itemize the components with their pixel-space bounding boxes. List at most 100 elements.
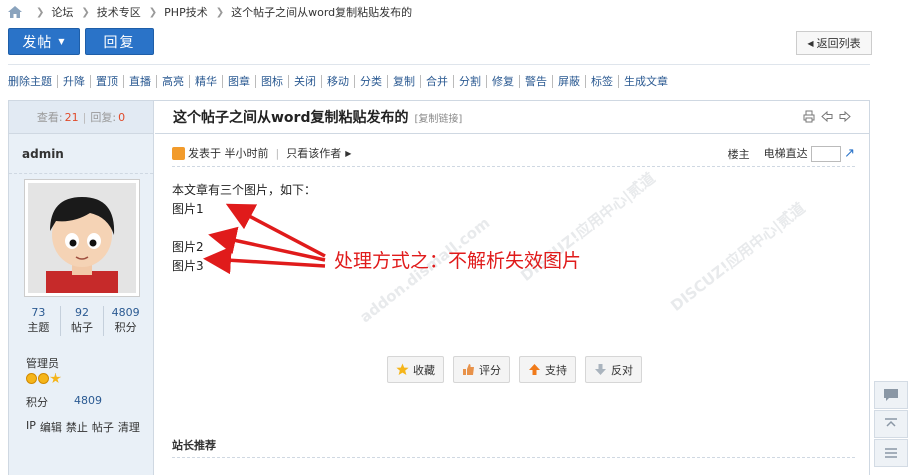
star-icon bbox=[50, 373, 61, 384]
mod-delete-thread[interactable]: 删除主题 bbox=[8, 75, 57, 88]
link-ban[interactable]: 禁止 bbox=[66, 419, 88, 435]
chevron-right-icon: ❯ bbox=[81, 6, 90, 18]
mod-category[interactable]: 分类 bbox=[354, 75, 387, 88]
posts-count-value: 92 bbox=[75, 306, 89, 319]
avatar-image bbox=[28, 183, 136, 293]
admin-links: IP 编辑 禁止 帖子 清理 bbox=[26, 419, 140, 435]
user-online-icon bbox=[172, 146, 185, 160]
support-button[interactable]: 支持 bbox=[519, 356, 576, 383]
replies-label: 回复: bbox=[90, 111, 117, 124]
separator: | bbox=[275, 146, 280, 160]
support-label: 支持 bbox=[545, 363, 567, 377]
threads-count-label: 主题 bbox=[27, 321, 50, 334]
arrow-up-icon bbox=[885, 418, 897, 427]
arrow-up-icon bbox=[529, 364, 540, 375]
star-icon bbox=[38, 373, 49, 384]
back-to-list-button[interactable]: ◀ 返回列表 bbox=[796, 31, 872, 55]
star-icon bbox=[396, 363, 409, 375]
credits-count-value: 4809 bbox=[111, 306, 140, 319]
chevron-right-icon: ❯ bbox=[148, 6, 158, 18]
reply-button[interactable]: 回复 bbox=[85, 28, 154, 55]
link-clean[interactable]: 清理 bbox=[118, 419, 140, 435]
user-counts: 73 主题 92 帖子 4809 积分 bbox=[17, 306, 147, 336]
mod-stick[interactable]: 置顶 bbox=[90, 75, 123, 88]
favorite-button[interactable]: 收藏 bbox=[387, 356, 444, 383]
recommend-title: 站长推荐 bbox=[172, 439, 216, 452]
separator: | bbox=[82, 110, 87, 124]
floor-label: 楼主 bbox=[727, 147, 750, 161]
print-icon[interactable] bbox=[803, 110, 815, 123]
watermark-text: DISCUZ!应用中心|贰道 bbox=[667, 198, 809, 315]
mod-live[interactable]: 直播 bbox=[123, 75, 156, 88]
comment-icon bbox=[884, 389, 898, 401]
breadcrumb-board[interactable]: PHP技术 bbox=[164, 4, 208, 20]
mod-generate-article[interactable]: 生成文章 bbox=[618, 75, 673, 88]
mod-close[interactable]: 关闭 bbox=[288, 75, 321, 88]
copy-link[interactable]: [复制链接] bbox=[414, 110, 462, 125]
quick-reply-button[interactable] bbox=[874, 381, 908, 409]
post-actions: 收藏 评分 支持 反对 bbox=[387, 356, 642, 383]
breadcrumb-thread[interactable]: 这个帖子之间从word复制粘贴发布的 bbox=[231, 4, 412, 20]
new-post-label: 发帖 bbox=[22, 34, 53, 51]
chevron-right-icon: ❯ bbox=[36, 6, 45, 18]
list-icon bbox=[885, 448, 897, 458]
mod-bump[interactable]: 升降 bbox=[57, 75, 90, 88]
link-edit[interactable]: 编辑 bbox=[40, 419, 62, 435]
mod-warn[interactable]: 警告 bbox=[519, 75, 552, 88]
mod-repair[interactable]: 修复 bbox=[486, 75, 519, 88]
post-line: 图片2 bbox=[172, 240, 204, 254]
rate-label: 评分 bbox=[479, 363, 501, 377]
elevator-input[interactable] bbox=[810, 146, 841, 162]
return-list-button[interactable] bbox=[874, 439, 908, 467]
mod-icon[interactable]: 图标 bbox=[255, 75, 288, 88]
mod-ban[interactable]: 屏蔽 bbox=[552, 75, 585, 88]
post-line: 图片1 bbox=[172, 202, 204, 216]
score-label: 积分 bbox=[26, 396, 48, 409]
watermark: DISCUZ!应用中心|贰道 bbox=[666, 197, 809, 315]
mod-copy[interactable]: 复制 bbox=[387, 75, 420, 88]
home-icon[interactable] bbox=[8, 6, 22, 18]
mod-tags[interactable]: 标签 bbox=[585, 75, 618, 88]
star-icon bbox=[26, 373, 37, 384]
breadcrumb-section[interactable]: 技术专区 bbox=[97, 4, 141, 20]
posts-count-label: 帖子 bbox=[71, 321, 93, 334]
credits-count[interactable]: 4809 积分 bbox=[103, 306, 147, 336]
link-ip[interactable]: IP bbox=[26, 419, 36, 435]
title-tools bbox=[803, 110, 851, 123]
new-post-button[interactable]: 发帖 ▼ bbox=[8, 28, 80, 55]
reply-label: 回复 bbox=[103, 34, 136, 51]
moderation-toolbar: 删除主题 升降 置顶 直播 高亮 精华 图章 图标 关闭 移动 分类 复制 合并… bbox=[8, 75, 673, 88]
post-line: 本文章有三个图片，如下： bbox=[172, 183, 317, 197]
mod-merge[interactable]: 合并 bbox=[420, 75, 453, 88]
next-thread-icon[interactable] bbox=[839, 110, 851, 123]
previous-thread-icon[interactable] bbox=[821, 110, 833, 123]
posts-count[interactable]: 92 帖子 bbox=[59, 306, 104, 336]
views-count: 21 bbox=[64, 110, 79, 124]
go-floor-icon[interactable]: ↗ bbox=[844, 146, 855, 161]
rate-button[interactable]: 评分 bbox=[453, 356, 510, 383]
user-group[interactable]: 管理员 bbox=[26, 355, 59, 371]
mod-digest[interactable]: 精华 bbox=[189, 75, 222, 88]
post-title: 这个帖子之间从word复制粘贴发布的 bbox=[173, 110, 409, 126]
post-content: 本文章有三个图片，如下： 图片1 图片2 图片3 bbox=[172, 181, 316, 276]
author-name[interactable]: admin bbox=[9, 134, 153, 174]
oppose-label: 反对 bbox=[611, 363, 633, 377]
mod-highlight[interactable]: 高亮 bbox=[156, 75, 189, 88]
rank-stars bbox=[26, 373, 61, 384]
divider bbox=[172, 166, 855, 167]
elevator-label: 电梯直达 bbox=[763, 147, 808, 160]
link-posts[interactable]: 帖子 bbox=[92, 419, 114, 435]
mod-stamp[interactable]: 图章 bbox=[222, 75, 255, 88]
mod-move[interactable]: 移动 bbox=[321, 75, 354, 88]
post-line bbox=[172, 219, 316, 238]
mod-split[interactable]: 分割 bbox=[453, 75, 486, 88]
post-line: 图片3 bbox=[172, 259, 204, 273]
threads-count[interactable]: 73 主题 bbox=[17, 306, 60, 336]
avatar[interactable] bbox=[24, 179, 140, 297]
breadcrumb-forum[interactable]: 论坛 bbox=[51, 4, 73, 20]
chevron-right-icon: ❯ bbox=[215, 6, 225, 18]
only-author-link[interactable]: 只看该作者 bbox=[286, 145, 341, 161]
back-to-top-button[interactable] bbox=[874, 410, 908, 438]
oppose-button[interactable]: 反对 bbox=[585, 356, 642, 383]
breadcrumb: ❯ 论坛 ❯ 技术专区 ❯ PHP技术 ❯ 这个帖子之间从word复制粘贴发布的 bbox=[8, 3, 412, 21]
